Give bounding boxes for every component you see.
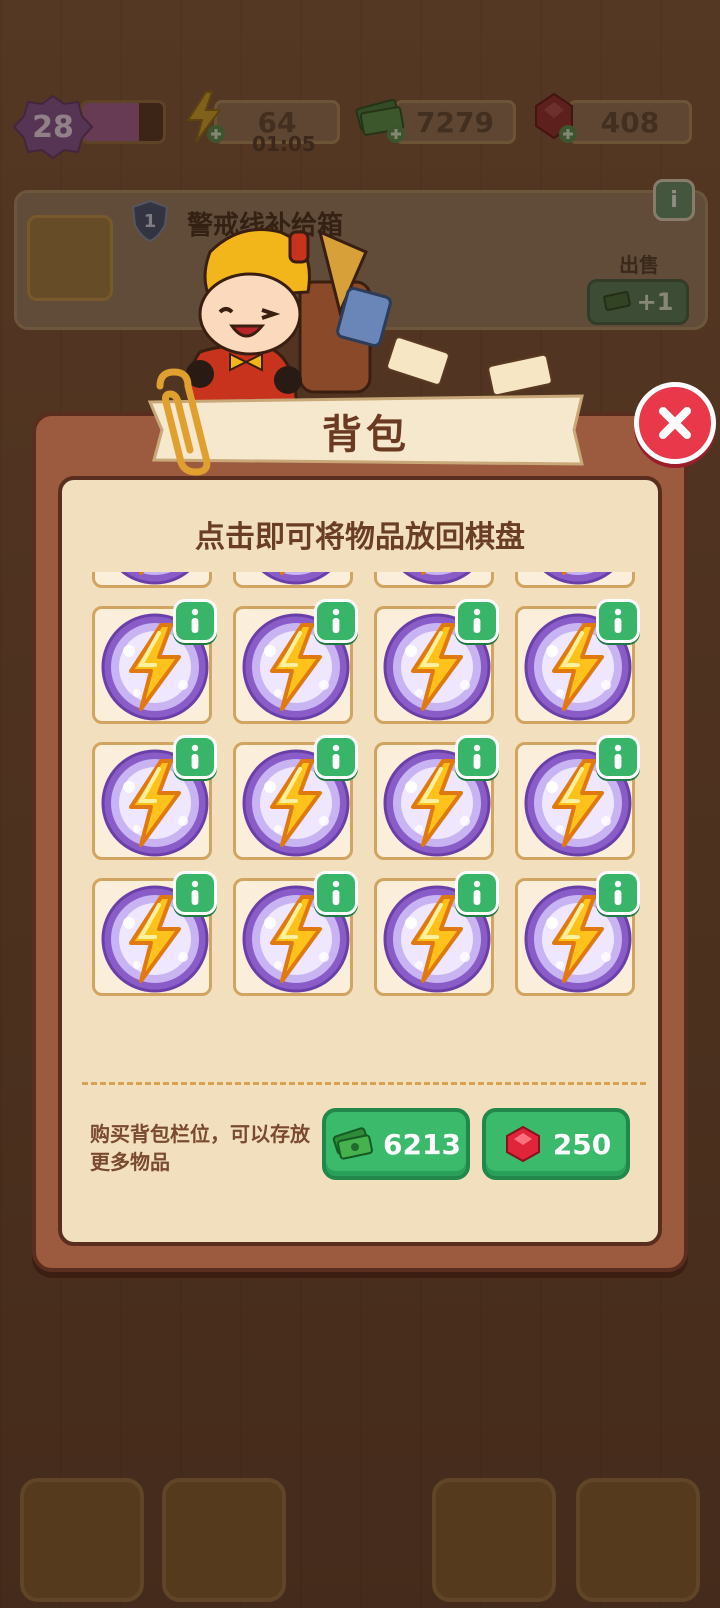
buy-slot-with-cash-button[interactable]: 6213 — [322, 1108, 470, 1180]
backpack-slot[interactable] — [515, 599, 640, 724]
backpack-slot[interactable] — [92, 735, 217, 860]
backpack-slot[interactable] — [92, 572, 212, 588]
info-icon — [473, 608, 481, 633]
cash-price: 6213 — [383, 1127, 461, 1161]
backpack-hint: 点击即可将物品放回棋盘 — [195, 520, 525, 555]
backpack-slot[interactable] — [92, 871, 217, 996]
item-info-button[interactable] — [173, 871, 217, 915]
energy-bolt-orb-icon — [120, 572, 190, 585]
info-icon — [614, 880, 622, 905]
item-info-button[interactable] — [455, 599, 499, 643]
item-info-button[interactable] — [596, 735, 640, 779]
backpack-slot[interactable] — [515, 735, 640, 860]
info-icon — [614, 608, 622, 633]
info-icon — [332, 608, 340, 633]
item-info-button[interactable] — [455, 735, 499, 779]
backpack-slot[interactable] — [233, 871, 358, 996]
item-info-button[interactable] — [173, 599, 217, 643]
backpack-slot[interactable] — [233, 572, 353, 588]
buy-slot-with-gems-button[interactable]: 250 — [482, 1108, 630, 1180]
info-icon — [473, 744, 481, 769]
backpack-slot[interactable] — [92, 599, 217, 724]
buy-slots-text: 购买背包栏位，可以存放更多物品 — [90, 1122, 310, 1174]
backpack-slot[interactable] — [374, 735, 499, 860]
info-icon — [191, 608, 199, 633]
item-info-button[interactable] — [455, 871, 499, 915]
energy-bolt-orb-icon — [402, 572, 472, 585]
energy-bolt-orb-icon — [261, 572, 331, 585]
backpack-item-grid[interactable] — [92, 572, 652, 1062]
item-info-button[interactable] — [314, 599, 358, 643]
backpack-slot[interactable] — [515, 871, 640, 996]
item-info-button[interactable] — [314, 871, 358, 915]
energy-bolt-orb-icon — [543, 572, 613, 585]
backpack-popup: 点击即可将物品放回棋盘 购买背包栏位，可以存放更多物品 6213 250 背包 — [32, 368, 688, 1272]
info-icon — [614, 744, 622, 769]
gem-icon — [505, 1125, 540, 1163]
item-info-button[interactable] — [314, 735, 358, 779]
info-icon — [332, 744, 340, 769]
backpack-slot[interactable] — [374, 871, 499, 996]
info-icon — [191, 744, 199, 769]
backpack-slot[interactable] — [233, 735, 358, 860]
divider — [82, 1082, 646, 1085]
backpack-slot[interactable] — [374, 572, 494, 588]
cash-icon — [332, 1127, 373, 1160]
item-info-button[interactable] — [173, 735, 217, 779]
backpack-panel: 点击即可将物品放回棋盘 购买背包栏位，可以存放更多物品 6213 250 — [58, 476, 662, 1246]
close-button[interactable] — [634, 382, 716, 464]
gem-price: 250 — [552, 1127, 612, 1161]
close-icon — [659, 407, 691, 439]
item-info-button[interactable] — [596, 599, 640, 643]
backpack-slot[interactable] — [374, 599, 499, 724]
info-icon — [473, 880, 481, 905]
item-info-button[interactable] — [596, 871, 640, 915]
paperclip-icon — [156, 368, 211, 476]
backpack-slot[interactable] — [515, 572, 635, 588]
info-icon — [191, 880, 199, 905]
backpack-slot[interactable] — [233, 599, 358, 724]
info-icon — [332, 880, 340, 905]
